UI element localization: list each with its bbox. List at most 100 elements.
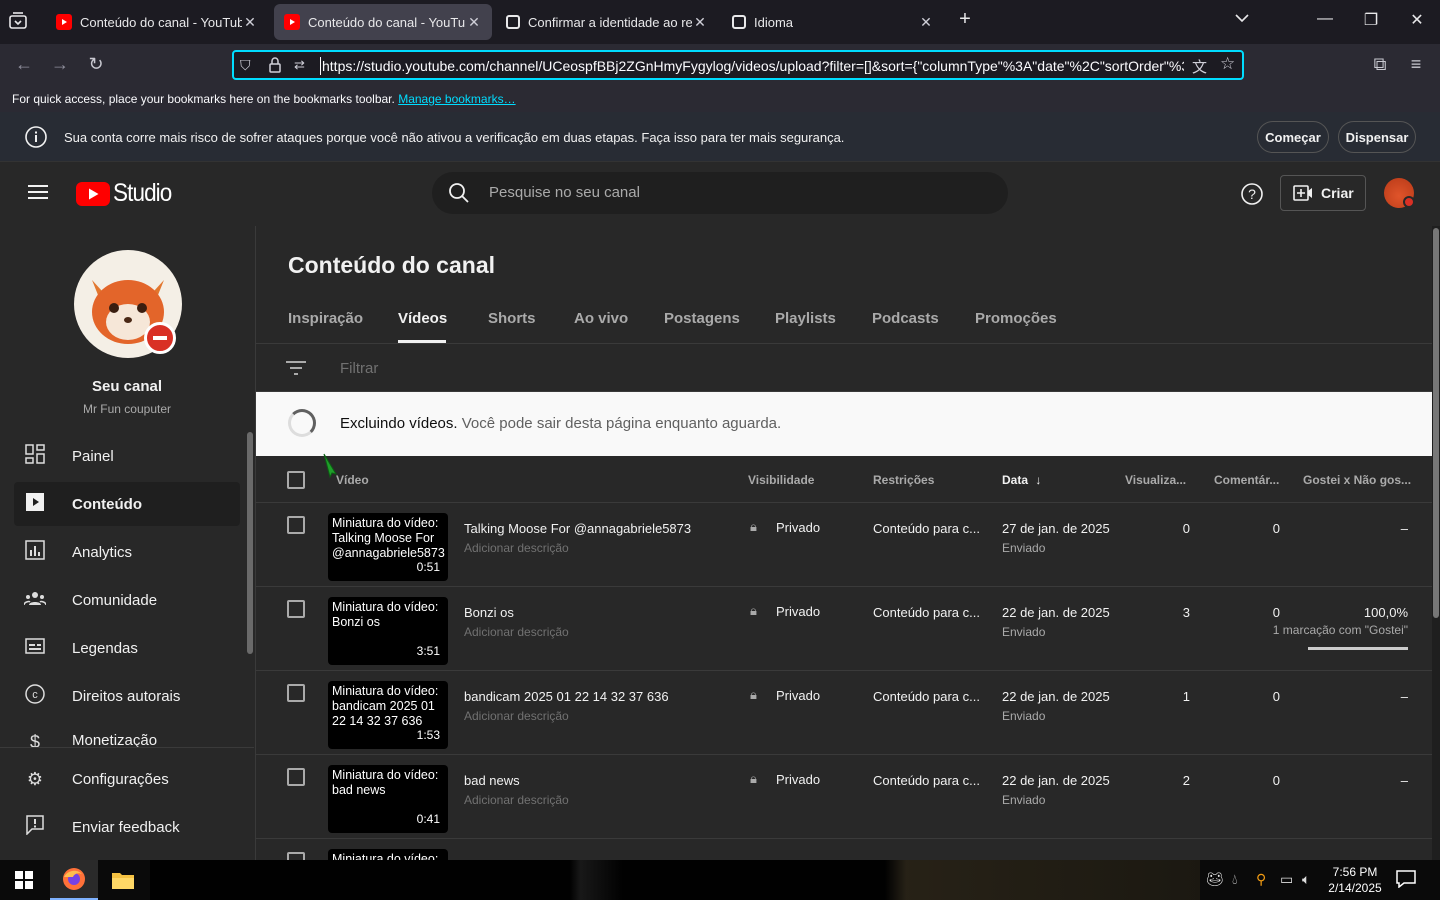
tray-drop-icon[interactable]: 💧︎ [1232, 871, 1238, 888]
video-description[interactable]: Adicionar descrição [464, 709, 569, 723]
firefox-icon[interactable] [50, 860, 98, 900]
filter-bar[interactable]: Filtrar [256, 344, 1432, 392]
page-scrollbar[interactable] [1433, 228, 1439, 618]
browser-tab-4[interactable]: Idioma ✕ [722, 4, 944, 40]
column-header-likes[interactable]: Gostei x Não gos... [1303, 473, 1411, 487]
column-header-date[interactable]: Data ↓ [1002, 473, 1041, 487]
sidebar-item-comunidade[interactable]: Comunidade [14, 578, 240, 622]
sidebar-item-direitos-autorais[interactable]: c Direitos autorais [14, 674, 240, 718]
file-explorer-icon[interactable] [99, 860, 147, 900]
video-thumbnail[interactable]: Miniatura do vídeo: bad news 0:41 [328, 765, 448, 833]
sidebar-item-enviar-feedback[interactable]: Enviar feedback [14, 805, 240, 849]
sidebar-item-painel[interactable]: Painel [14, 434, 240, 478]
start-button[interactable]: Começar [1257, 121, 1329, 153]
forward-icon[interactable]: → [48, 54, 72, 75]
video-title[interactable]: Bonzi os [464, 605, 514, 620]
close-tab-icon[interactable]: ✕ [918, 14, 934, 31]
close-tab-icon[interactable]: ✕ [692, 14, 708, 31]
tab-playlists[interactable]: Playlists [775, 310, 836, 327]
shield-icon[interactable]: ⛉ [240, 57, 251, 74]
video-thumbnail[interactable]: Miniatura do vídeo: bandicam 2025 01 22 … [328, 681, 448, 749]
sidebar-item-conteudo[interactable]: Conteúdo [14, 482, 240, 526]
close-tab-icon[interactable]: ✕ [466, 14, 482, 31]
windows-start-icon[interactable] [0, 860, 48, 900]
restore-icon[interactable]: ❐ [1356, 10, 1386, 30]
dismiss-button[interactable]: Dispensar [1338, 121, 1416, 153]
row-checkbox[interactable] [287, 684, 305, 702]
visibility-cell[interactable]: 🔒︎ Privado [750, 687, 820, 703]
row-checkbox[interactable] [287, 768, 305, 786]
table-row[interactable]: Miniatura do vídeo: bandicam 2025 01 22 … [256, 671, 1432, 755]
minimize-icon[interactable]: — [1310, 10, 1340, 28]
visibility-cell[interactable]: 🔒︎ Privado [750, 771, 820, 787]
tab-shorts[interactable]: Shorts [488, 310, 536, 327]
sidebar-item-configuracoes[interactable]: ⚙ Configurações [14, 757, 240, 801]
video-description[interactable]: Adicionar descrição [464, 625, 569, 639]
tab-promocoes[interactable]: Promoções [975, 310, 1057, 327]
visibility-cell[interactable]: 🔒︎ Privado [750, 519, 820, 535]
channel-search[interactable]: Pesquise no seu canal [432, 172, 1008, 214]
permissions-icon[interactable]: ⇄ [294, 57, 305, 73]
new-tab-icon[interactable]: + [950, 8, 980, 31]
search-input[interactable]: Pesquise no seu canal [489, 184, 640, 201]
video-description[interactable]: Adicionar descrição [464, 793, 569, 807]
column-header-visibility[interactable]: Visibilidade [748, 473, 814, 487]
studio-logo[interactable]: Studio [76, 179, 178, 208]
hamburger-menu-icon[interactable] [28, 184, 48, 205]
filter-icon[interactable] [286, 360, 306, 381]
video-title[interactable]: bad news [464, 773, 520, 788]
column-header-comments[interactable]: Comentár... [1214, 473, 1279, 487]
notifications-icon[interactable] [1396, 870, 1416, 893]
close-tab-icon[interactable]: ✕ [242, 14, 258, 31]
tab-inspiracao[interactable]: Inspiração [288, 310, 363, 327]
sidebar-item-monetizacao[interactable]: $ Monetização [14, 722, 240, 748]
tab-videos[interactable]: Vídeos [398, 310, 447, 327]
select-all-checkbox[interactable] [287, 471, 305, 489]
url-bar[interactable]: ⛉ ⇄ https://studio.youtube.com/channel/U… [232, 50, 1244, 80]
extensions-icon[interactable]: ⧉ [1368, 54, 1392, 75]
clock[interactable]: 7:56 PM 2/14/2025 [1324, 864, 1386, 896]
manage-bookmarks-link[interactable]: Manage bookmarks… [398, 92, 515, 106]
tab-list-icon[interactable] [8, 12, 32, 32]
browser-tab-3[interactable]: Confirmar a identidade ao realiz ✕ [496, 4, 718, 40]
video-title[interactable]: bandicam 2025 01 22 14 32 37 636 [464, 689, 669, 704]
lock-icon[interactable] [268, 56, 282, 79]
create-button[interactable]: Criar [1280, 175, 1366, 211]
video-title[interactable]: Talking Moose For @annagabriele5873 [464, 521, 691, 536]
video-thumbnail[interactable]: Miniatura do vídeo: [328, 849, 448, 860]
volume-icon[interactable]: 🔈︎ [1302, 871, 1310, 888]
help-icon[interactable]: ? [1240, 182, 1264, 211]
column-header-views[interactable]: Visualiza... [1125, 473, 1186, 487]
sidebar-item-legendas[interactable]: Legendas [14, 626, 240, 670]
list-all-tabs-icon[interactable] [1227, 10, 1257, 28]
table-row[interactable]: Miniatura do vídeo: Talking Moose For @a… [256, 503, 1432, 587]
tray-search-icon[interactable]: ⚲ [1256, 871, 1266, 888]
browser-tab-1[interactable]: Conteúdo do canal - YouTube S ✕ [46, 4, 268, 40]
filter-input[interactable]: Filtrar [340, 360, 378, 377]
video-description[interactable]: Adicionar descrição [464, 541, 569, 555]
reload-icon[interactable]: ↻ [84, 54, 108, 75]
row-checkbox[interactable] [287, 852, 305, 860]
translate-icon[interactable]: 文 [1192, 56, 1207, 77]
network-icon[interactable]: ▭ [1280, 871, 1293, 888]
bookmark-star-icon[interactable]: ☆ [1220, 54, 1235, 74]
row-checkbox[interactable] [287, 600, 305, 618]
table-row[interactable]: Miniatura do vídeo: bad news 0:41 bad ne… [256, 755, 1432, 839]
browser-tab-2[interactable]: Conteúdo do canal - YouTube S ✕ [274, 4, 492, 40]
tab-postagens[interactable]: Postagens [664, 310, 740, 327]
table-row[interactable]: Miniatura do vídeo: Bonzi os 3:51 Bonzi … [256, 587, 1432, 671]
tray-app-icon[interactable]: 🐸︎ [1206, 871, 1224, 888]
sidebar-item-analytics[interactable]: Analytics [14, 530, 240, 574]
search-icon[interactable] [448, 182, 470, 209]
video-thumbnail[interactable]: Miniatura do vídeo: Bonzi os 3:51 [328, 597, 448, 665]
back-icon[interactable]: ← [12, 54, 36, 75]
tab-podcasts[interactable]: Podcasts [872, 310, 939, 327]
video-thumbnail[interactable]: Miniatura do vídeo: Talking Moose For @a… [328, 513, 448, 581]
table-row[interactable]: Miniatura do vídeo: [256, 839, 1432, 860]
visibility-cell[interactable]: 🔒︎ Privado [750, 603, 820, 619]
menu-icon[interactable]: ≡ [1404, 54, 1428, 75]
column-header-restrictions[interactable]: Restrições [873, 473, 934, 487]
close-window-icon[interactable]: ✕ [1402, 10, 1432, 30]
row-checkbox[interactable] [287, 516, 305, 534]
url-text[interactable]: https://studio.youtube.com/channel/UCeos… [322, 58, 1184, 74]
